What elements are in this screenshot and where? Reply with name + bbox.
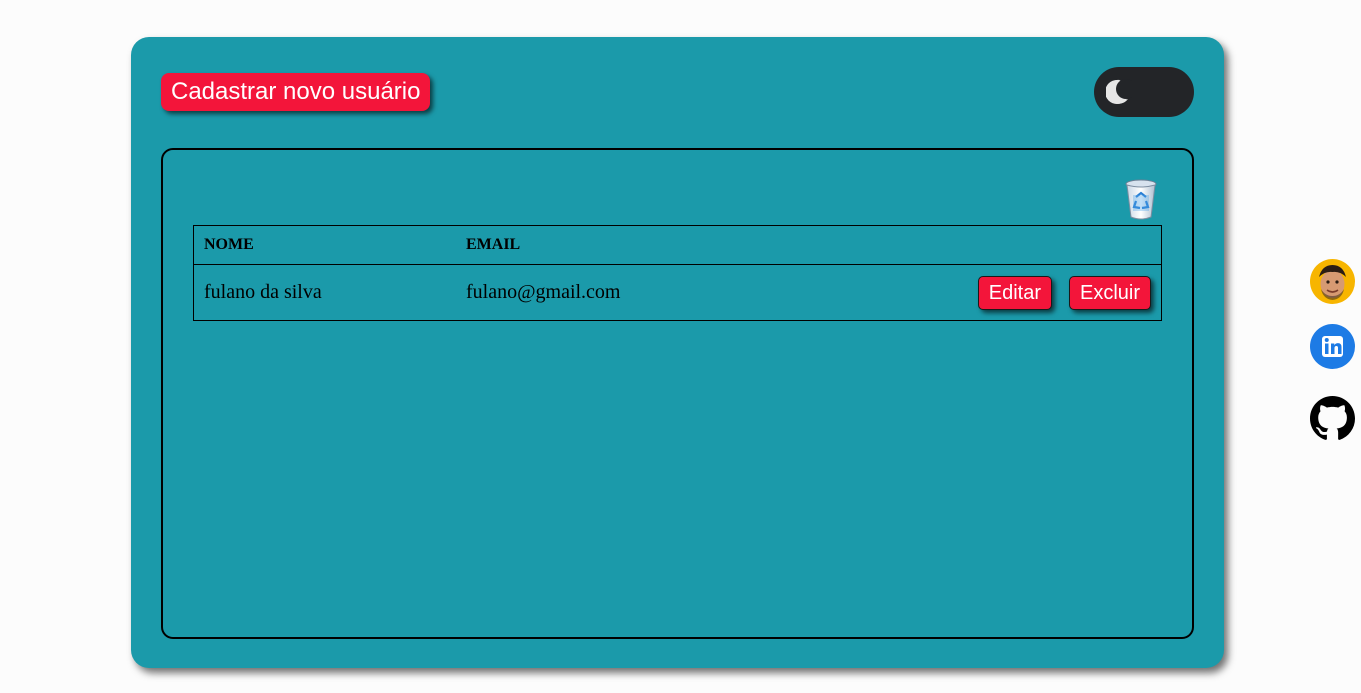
linkedin-link[interactable] (1310, 324, 1355, 369)
theme-toggle[interactable] (1094, 67, 1194, 117)
github-icon (1310, 396, 1355, 440)
table-header-row: NOME EMAIL (193, 225, 1162, 265)
github-link[interactable] (1310, 396, 1355, 441)
column-header-name: NOME (193, 225, 456, 265)
column-header-email: EMAIL (456, 225, 876, 265)
trash-bin-icon[interactable] (1123, 179, 1159, 221)
avatar-icon (1310, 259, 1355, 304)
column-header-actions (876, 225, 1162, 265)
profile-avatar-link[interactable] (1310, 259, 1355, 304)
new-user-button[interactable]: Cadastrar novo usuário (161, 73, 431, 111)
linkedin-icon (1310, 324, 1355, 369)
edit-button[interactable]: Editar (977, 275, 1052, 310)
users-table: NOME EMAIL fulano da silva fulano@gmail.… (193, 225, 1162, 321)
app-card: Cadastrar novo usuário NOME EMAIL fulano… (131, 37, 1224, 668)
moon-icon (1106, 79, 1132, 104)
table-row: fulano da silva fulano@gmail.com Editar E… (194, 265, 1162, 321)
delete-button[interactable]: Excluir (1068, 275, 1151, 310)
cell-name: fulano da silva (204, 281, 322, 303)
cell-email: fulano@gmail.com (466, 281, 621, 303)
table-panel: NOME EMAIL fulano da silva fulano@gmail.… (161, 148, 1194, 639)
cell-actions: Editar Excluir (876, 265, 1162, 321)
